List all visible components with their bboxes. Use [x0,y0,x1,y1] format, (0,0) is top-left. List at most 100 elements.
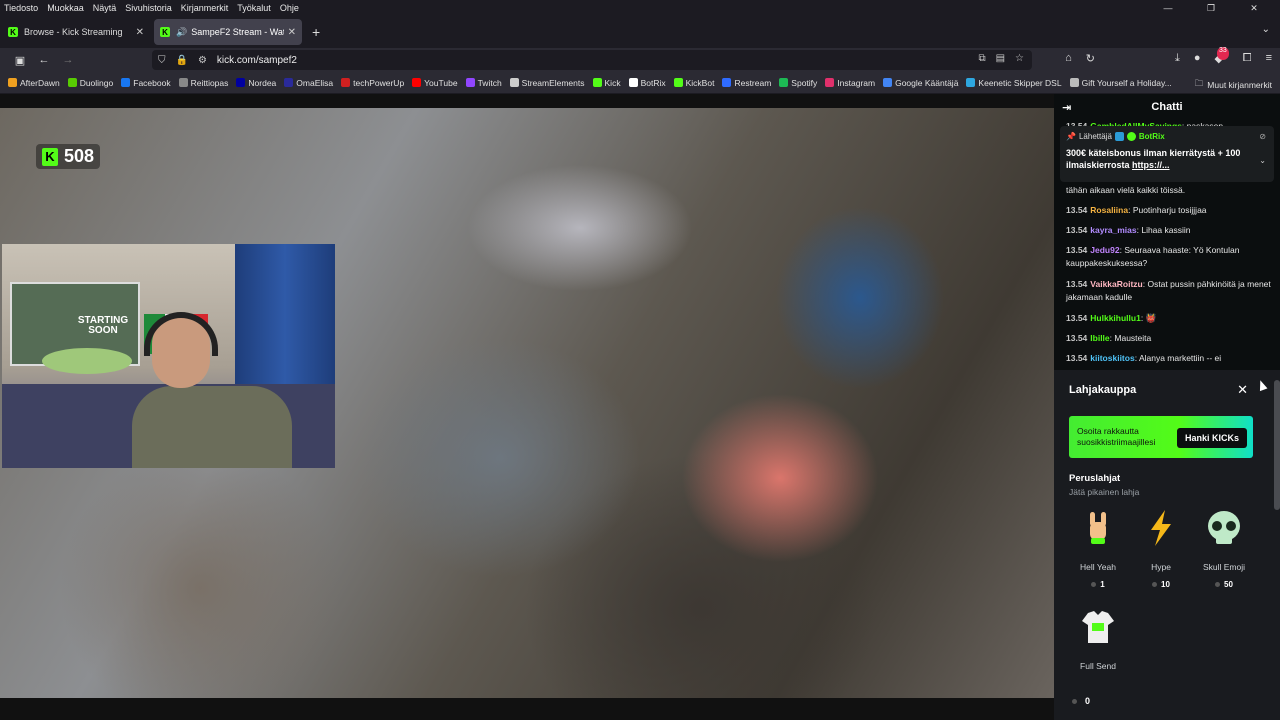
bookmark-item[interactable]: Facebook [121,78,171,88]
chat-title: Chatti [1151,101,1183,113]
restore-icon[interactable]: ❐ [1194,0,1228,16]
close-tab-icon[interactable]: ✕ [288,27,296,38]
bookmark-item[interactable]: techPowerUp [341,78,404,88]
chat-message: 13.54 VaikkaRoitzu: Ostat pussin pähkinöi… [1066,278,1272,304]
menu-view[interactable]: Näytä [93,3,117,13]
promo-text: Osoita rakkautta suosikkistriimaajillesi [1077,426,1156,447]
bookmark-favicon-icon [883,78,893,87]
back-arrow-icon[interactable]: ← [32,54,56,66]
sidebar-toggle-icon[interactable]: ▣ [8,54,32,67]
bookmark-item[interactable]: Kick [592,78,621,88]
menu-tools[interactable]: Työkalut [237,3,271,13]
collapse-chat-icon[interactable]: ⇥ [1062,101,1071,114]
bookmark-item[interactable]: Instagram [825,78,875,88]
message-username[interactable]: Jedu92 [1090,245,1119,255]
gift-full-send[interactable]: Full Send [1068,607,1128,671]
bookmark-favicon-icon [966,78,976,87]
tab-browse[interactable]: K Browse - Kick Streaming ✕ [2,19,150,45]
gift-price-value: 10 [1161,580,1170,589]
bookmark-item[interactable]: YouTube [412,78,458,88]
screenshot-icon[interactable]: ⧉ [978,53,985,64]
bookmark-item[interactable]: Gift Yourself a Holiday... [1069,78,1172,88]
new-tab-button[interactable]: + [312,24,320,40]
message-username[interactable]: Rosaliina [1090,205,1128,215]
bookmark-item[interactable]: KickBot [673,78,714,88]
bookmark-item[interactable]: Google Kääntäjä [883,78,958,88]
bookmark-item[interactable]: Twitch [465,78,502,88]
bookmark-item[interactable]: Reittiopas [178,78,228,88]
menu-help[interactable]: Ohje [280,3,299,13]
menu-bookmarks[interactable]: Kirjanmerkit [181,3,229,13]
bookmark-label: Keenetic Skipper DSL [978,77,1062,88]
close-window-icon[interactable]: ✕ [1237,0,1271,16]
bookmark-item[interactable]: Nordea [236,78,276,88]
message-username[interactable]: kiitoskiitos [1090,353,1134,363]
shield-icon[interactable]: ⛉ [158,55,166,66]
streamer-shirt [132,386,292,468]
account-icon[interactable]: ● [1194,52,1201,65]
menu-history[interactable]: Sivuhistoria [125,3,172,13]
pinned-sender-prefix: Lähettäjä [1078,132,1112,141]
home-icon[interactable]: ⌂ [1065,52,1072,65]
other-bookmarks[interactable]: 🗀 Muut kirjanmerkit [1195,78,1272,92]
tab-title: Browse - Kick Streaming [24,27,123,37]
tab-list-chevron-icon[interactable]: ⌄ [1262,24,1270,35]
video-player[interactable]: K 508 STARTING SOON [0,94,1054,720]
pinned-message[interactable]: 📌 Lähettäjä BotRix ⊘ 300€ käteisbonus il… [1060,126,1274,182]
bookmark-favicon-icon [412,78,422,87]
get-kicks-button[interactable]: Hanki KICKs [1176,428,1247,448]
bookmark-item[interactable]: Restream [722,78,771,88]
minimize-icon[interactable]: — [1151,0,1185,16]
address-bar[interactable]: ⛉ 🔒 ⚙ kick.com/sampef2 ⧉ ▤ ☆ [152,50,1032,70]
message-time: 13.54 [1066,313,1088,323]
bookmark-item[interactable]: AfterDawn [8,78,60,88]
message-username[interactable]: Ibille [1090,333,1109,343]
gift-name: Hype [1151,562,1171,572]
app-menu-icon[interactable]: ≡ [1266,52,1272,65]
close-gift-shop-icon[interactable]: ✕ [1237,382,1248,398]
kicks-coin-icon [1152,582,1158,587]
bookmark-item[interactable]: Spotify [779,78,817,88]
pinned-text: 300€ käteisbonus ilman kierrätystä + 100… [1066,147,1256,171]
reader-view-icon[interactable]: ▤ [996,53,1005,64]
forward-arrow-icon[interactable]: → [56,54,80,66]
bookmark-favicon-icon [121,78,131,87]
chat-message: tähän aikaan vielä kaikki töissä. [1066,184,1272,197]
bookmark-item[interactable]: BotRix [628,78,666,88]
message-username[interactable]: Hulkkihullu1 [1090,313,1141,323]
bookmark-star-icon[interactable]: ☆ [1015,53,1024,64]
gift-skull-emoji[interactable]: Skull Emoji 50 [1194,508,1254,592]
pinned-sender[interactable]: BotRix [1139,132,1165,141]
gift-hell-yeah[interactable]: Hell Yeah 1 [1068,508,1128,592]
chat-message: 13.54 Ibille: Mausteita [1066,332,1272,345]
gift-hype[interactable]: Hype 10 [1131,508,1191,592]
close-tab-icon[interactable]: ✕ [136,27,144,38]
download-icon[interactable]: ⤓ [1175,52,1180,65]
bookmark-label: Restream [734,77,772,88]
site-permissions-icon[interactable]: ⚙ [198,55,207,66]
message-time: 13.54 [1066,279,1088,289]
url-text[interactable]: kick.com/sampef2 [217,55,297,66]
bookmark-item[interactable]: Keenetic Skipper DSL [966,77,1062,88]
menu-file[interactable]: Tiedosto [4,3,38,13]
bookmark-item[interactable]: OmaElisa [284,78,333,88]
lock-icon[interactable]: 🔒 [176,55,188,66]
poster-text: STARTING SOON [77,315,129,336]
tab-stream[interactable]: K 🔊 SampeF2 Stream - Watch L ✕ [154,19,302,45]
extensions-puzzle-icon[interactable]: ⧠ [1243,52,1252,65]
pinned-link[interactable]: https://... [1132,160,1170,170]
reload-icon[interactable]: ↻ [1086,52,1095,65]
bookmark-item[interactable]: Duolingo [67,78,113,88]
menu-edit[interactable]: Muokkaa [47,3,84,13]
message-username[interactable]: kayra_mias [1090,225,1136,235]
expand-pinned-chevron-icon[interactable]: ⌄ [1259,156,1266,165]
scrollbar[interactable] [1274,380,1280,510]
message-time: 13.54 [1066,205,1088,215]
hide-pinned-icon[interactable]: ⊘ [1259,132,1266,141]
message-username[interactable]: VaikkaRoitzu [1090,279,1142,289]
lightning-icon [1141,508,1181,548]
bookmark-item[interactable]: StreamElements [509,78,585,88]
speaker-icon[interactable]: 🔊 [176,27,187,38]
bookmark-label: AfterDawn [20,77,60,88]
pin-icon: 📌 [1066,132,1076,141]
